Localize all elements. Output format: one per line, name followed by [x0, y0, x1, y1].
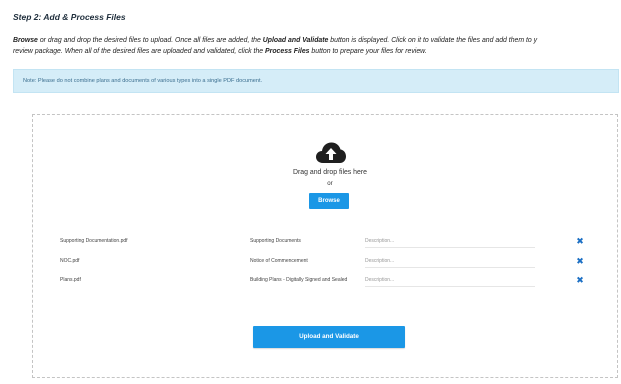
- instructions-upload-emphasis: Upload and Validate: [262, 37, 329, 44]
- upload-and-validate-button[interactable]: Upload and Validate: [253, 326, 405, 348]
- instructions-process-emphasis: Process Files: [265, 48, 310, 55]
- file-name: NOC.pdf: [60, 258, 80, 264]
- instructions-text: review package. When all of the desired …: [13, 48, 266, 55]
- instructions-text: button to prepare your files for review.: [309, 48, 427, 55]
- remove-icon[interactable]: ✖: [574, 274, 586, 286]
- page: Step 2: Add & Process Files Browse or dr…: [0, 0, 621, 384]
- description-input[interactable]: Description...: [365, 255, 535, 268]
- description-input[interactable]: Description...: [365, 274, 535, 287]
- or-text: or: [327, 180, 333, 187]
- file-row: Supporting Documentation.pdf Supporting …: [60, 235, 590, 248]
- instructions-text: or drag and drop the desired files to up…: [37, 37, 263, 44]
- browse-button[interactable]: Browse: [309, 193, 349, 209]
- cloud-upload-icon[interactable]: [315, 141, 347, 165]
- remove-icon[interactable]: ✖: [574, 255, 586, 267]
- instructions-browse-emphasis: Browse: [13, 37, 38, 44]
- file-row: NOC.pdf Notice of Commencement Descripti…: [60, 255, 590, 268]
- file-type[interactable]: Notice of Commencement: [250, 255, 308, 267]
- instructions-line-2: review package. When all of the desired …: [13, 46, 619, 57]
- file-name: Supporting Documentation.pdf: [60, 238, 128, 244]
- instructions-text: button is displayed. Click on it to vali…: [328, 37, 538, 44]
- instructions-line-1: Browse or drag and drop the desired file…: [13, 35, 619, 46]
- step-title: Step 2: Add & Process Files: [13, 12, 126, 22]
- file-type[interactable]: Supporting Documents: [250, 235, 301, 247]
- instructions: Browse or drag and drop the desired file…: [13, 35, 619, 57]
- file-name: Plans.pdf: [60, 277, 81, 283]
- note-banner: Note: Please do not combine plans and do…: [13, 69, 619, 93]
- remove-icon[interactable]: ✖: [574, 235, 586, 247]
- file-type[interactable]: Building Plans - Digitally Signed and Se…: [250, 274, 347, 286]
- drag-drop-text: Drag and drop files here: [293, 169, 367, 176]
- description-input[interactable]: Description...: [365, 235, 535, 248]
- file-row: Plans.pdf Building Plans - Digitally Sig…: [60, 274, 590, 287]
